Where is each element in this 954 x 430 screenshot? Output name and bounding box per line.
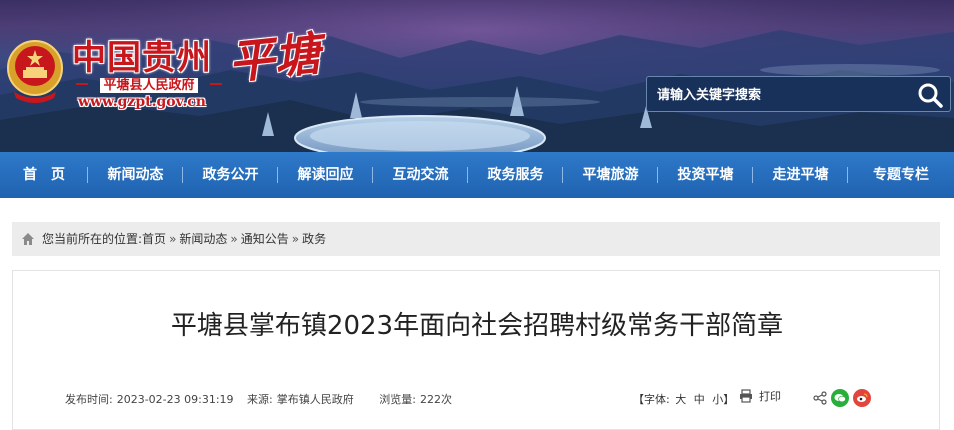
font-large-link[interactable]: 大	[675, 393, 686, 406]
search-box	[646, 76, 951, 112]
source-value: 掌布镇人民政府	[276, 393, 354, 406]
printer-icon	[740, 389, 752, 403]
nav-item-special[interactable]: 专题专栏	[848, 152, 954, 198]
breadcrumb: 您当前所在的位置: 首页 » 新闻动态 » 通知公告 » 政务	[12, 222, 940, 256]
font-medium-link[interactable]: 中	[694, 393, 705, 406]
font-label: 【字体:	[633, 393, 670, 406]
weibo-icon[interactable]	[853, 389, 871, 407]
nav-item-interpretation[interactable]: 解读回应	[278, 152, 373, 198]
breadcrumb-separator: »	[291, 232, 300, 246]
publish-label: 发布时间:	[65, 393, 113, 406]
breadcrumb-notices[interactable]: 通知公告	[241, 222, 289, 256]
nav-item-interaction[interactable]: 互动交流	[373, 152, 468, 198]
search-input[interactable]	[657, 84, 897, 106]
share-icon[interactable]	[813, 391, 827, 405]
breadcrumb-prefix: 您当前所在的位置:	[42, 232, 143, 246]
nav-item-home[interactable]: 首 页	[0, 152, 88, 198]
search-icon[interactable]	[916, 81, 944, 109]
header-banner: 中国贵州 平塘县人民政府 www.gzpt.gov.cn 平塘	[0, 0, 954, 152]
nav-item-investment[interactable]: 投资平塘	[658, 152, 753, 198]
breadcrumb-separator: »	[230, 232, 238, 246]
nav-item-about[interactable]: 走进平塘	[753, 152, 848, 198]
county-calligraphy: 平塘	[225, 26, 323, 90]
publish-time: 2023-02-23 09:31:19	[116, 393, 234, 406]
article-title: 平塘县掌布镇2023年面向社会招聘村级常务干部简章	[170, 311, 784, 341]
nav-item-news[interactable]: 新闻动态	[88, 152, 183, 198]
views-count: 222次	[419, 393, 452, 406]
share-bar	[813, 389, 871, 407]
nav-item-gov-affairs[interactable]: 政务公开	[183, 152, 278, 198]
site-url: www.gzpt.gov.cn	[78, 94, 206, 110]
print-label: 打印	[759, 390, 781, 403]
source-label: 来源:	[247, 393, 273, 406]
breadcrumb-separator: »	[169, 232, 177, 246]
font-small-link[interactable]: 小】	[712, 393, 734, 406]
government-name: 平塘县人民政府	[74, 74, 224, 94]
article-panel: 平塘县掌布镇2023年面向社会招聘村级常务干部简章 发布时间: 2023-02-2…	[12, 270, 940, 430]
breadcrumb-gov[interactable]: 政务	[302, 222, 326, 256]
wechat-icon[interactable]	[831, 389, 849, 407]
print-button[interactable]: 打印	[739, 388, 781, 404]
national-emblem-icon	[7, 40, 63, 103]
main-nav: 首 页 新闻动态 政务公开 解读回应 互动交流 政务服务 平塘旅游 投资平塘 走…	[0, 152, 954, 198]
nav-item-services[interactable]: 政务服务	[468, 152, 563, 198]
site-name: 中国贵州	[72, 38, 212, 78]
font-size-control: 【字体: 大 中 小】	[633, 391, 736, 407]
article-meta: 发布时间: 2023-02-23 09:31:19 来源: 掌布镇人民政府 浏览量:…	[65, 391, 456, 407]
breadcrumb-news[interactable]: 新闻动态	[179, 222, 227, 256]
views-label: 浏览量:	[379, 393, 416, 406]
home-icon	[22, 233, 34, 245]
nav-item-tourism[interactable]: 平塘旅游	[563, 152, 658, 198]
breadcrumb-home[interactable]: 首页	[142, 222, 166, 256]
